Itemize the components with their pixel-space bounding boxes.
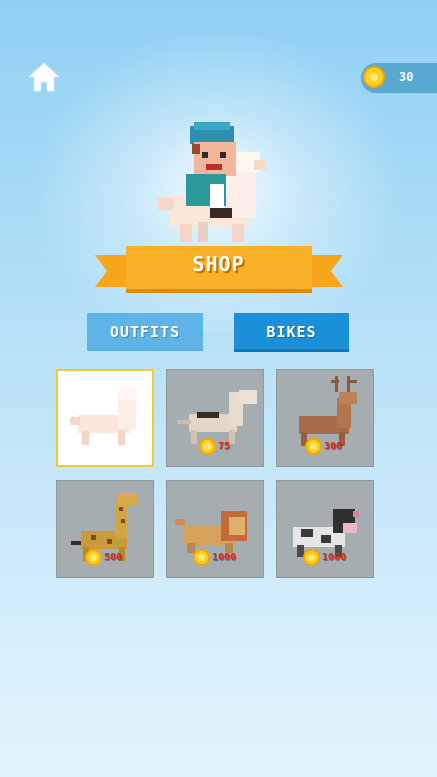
price-value: 75 xyxy=(218,441,231,452)
price-value: 1000 xyxy=(322,552,347,563)
coin-icon xyxy=(193,549,210,566)
llama-icon xyxy=(70,389,138,445)
coin-icon xyxy=(85,549,102,566)
tab-bikes[interactable]: BIKES xyxy=(234,313,349,352)
shop-item-deer[interactable]: 300 xyxy=(276,369,374,467)
price-tag: 300 xyxy=(305,436,342,456)
coin-icon xyxy=(199,438,216,455)
shop-item-horse[interactable]: 75 xyxy=(166,369,264,467)
home-button[interactable] xyxy=(27,60,61,94)
price-value: 300 xyxy=(324,441,343,452)
price-tag: 75 xyxy=(199,436,230,456)
tab-outfits[interactable]: OUTFITS xyxy=(87,313,203,351)
hero-character-on-llama xyxy=(158,122,266,242)
coin-icon xyxy=(363,66,385,88)
coin-count: 30 xyxy=(399,70,414,84)
price-value: 500 xyxy=(104,552,123,563)
home-icon xyxy=(27,62,61,92)
shop-item-giraffe[interactable]: 500 xyxy=(56,480,154,578)
price-tag: 500 xyxy=(85,547,122,567)
shop-item-lion[interactable]: 1000 xyxy=(166,480,264,578)
price-tag: 1000 xyxy=(193,547,236,567)
page-title: SHOP xyxy=(192,252,245,276)
coin-counter: 30 xyxy=(361,63,437,93)
shop-item-grid: 75 300 500 1000 1000 xyxy=(56,369,376,579)
coin-icon xyxy=(303,549,320,566)
price-value: 1000 xyxy=(212,552,237,563)
price-tag: 1000 xyxy=(303,547,346,567)
coin-icon xyxy=(305,438,322,455)
shop-item-llama[interactable] xyxy=(56,369,154,467)
shop-item-cow[interactable]: 1000 xyxy=(276,480,374,578)
